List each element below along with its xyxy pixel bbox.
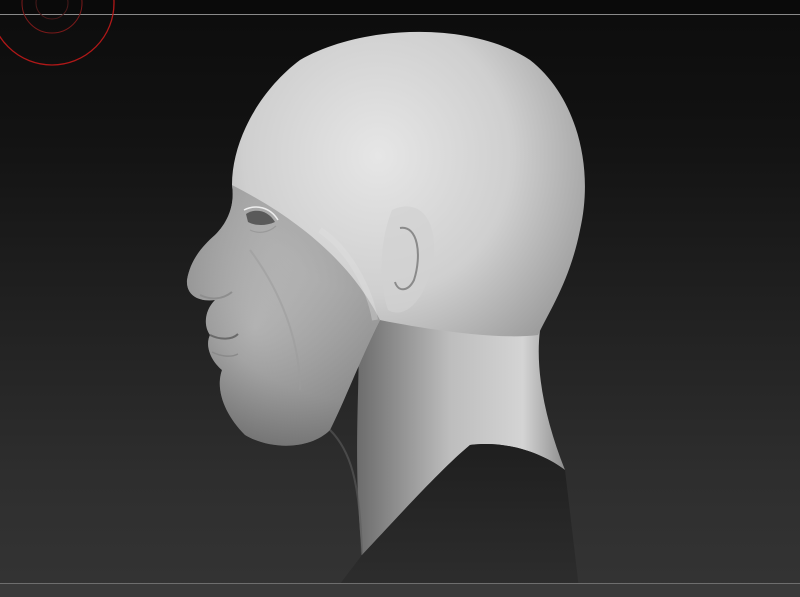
sculpted-head-icon[interactable]: [0, 0, 800, 597]
viewport-bottom-strip: [0, 584, 800, 597]
sculpt-viewport[interactable]: [0, 0, 800, 597]
